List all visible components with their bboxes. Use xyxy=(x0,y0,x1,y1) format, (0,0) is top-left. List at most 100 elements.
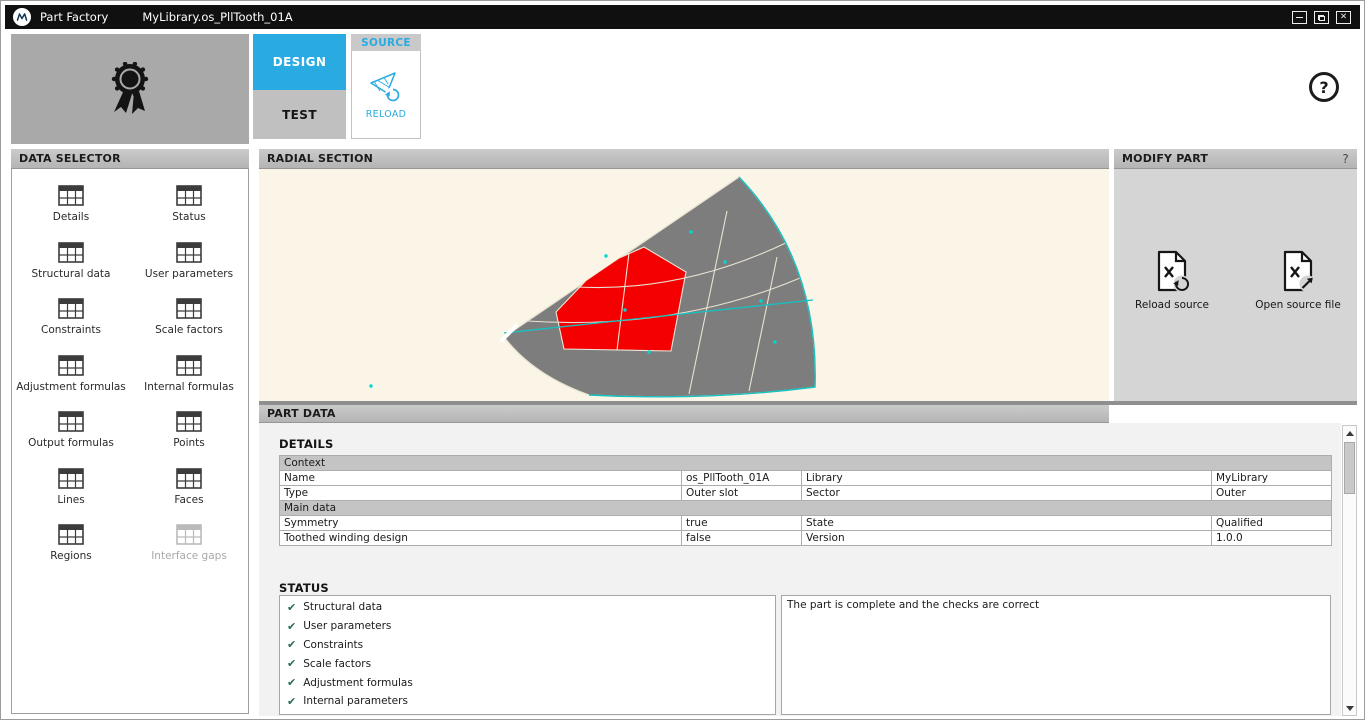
check-label: Structural data xyxy=(303,601,382,613)
table-icon xyxy=(58,468,84,489)
item-label: Constraints xyxy=(41,324,101,336)
section-label: Main data xyxy=(280,501,1332,516)
data-selector-item-details[interactable]: Details xyxy=(12,179,130,236)
property-value-cell: Outer xyxy=(1212,486,1332,501)
scroll-up-arrow[interactable] xyxy=(1343,426,1356,440)
reload-source-button[interactable]: Reload source xyxy=(1122,249,1222,311)
property-name-cell: Sector xyxy=(802,486,1212,501)
details-title: DETAILS xyxy=(279,437,334,451)
item-label: Adjustment formulas xyxy=(16,381,126,393)
property-value-cell: os_PllTooth_01A xyxy=(682,471,802,486)
open-source-file-button[interactable]: Open source file xyxy=(1248,249,1348,311)
restore-icon-overlap xyxy=(1319,16,1325,21)
check-icon: ✔ xyxy=(287,601,296,614)
restore-button[interactable] xyxy=(1314,11,1329,24)
app-logo-icon xyxy=(13,8,31,26)
item-label: Points xyxy=(173,437,205,449)
table-icon xyxy=(176,468,202,489)
titlebar: Part Factory MyLibrary.os_PllTooth_01A ✕ xyxy=(5,5,1360,29)
data-selector-item-output-formulas[interactable]: Output formulas xyxy=(12,405,130,462)
item-label: Lines xyxy=(57,494,84,506)
check-label: Internal parameters xyxy=(303,695,408,707)
slot-section-drawing xyxy=(259,169,1109,401)
selected-region-red[interactable] xyxy=(556,247,686,351)
table-section-row: Main data xyxy=(280,501,1332,516)
radial-section-canvas[interactable] xyxy=(259,169,1109,401)
minimize-button[interactable] xyxy=(1292,11,1307,24)
data-selector-item-faces[interactable]: Faces xyxy=(130,462,248,519)
close-icon: ✕ xyxy=(1340,13,1347,22)
item-label: Scale factors xyxy=(155,324,223,336)
check-icon: ✔ xyxy=(287,695,296,708)
status-check-row: ✔ Internal parameters xyxy=(280,692,775,711)
property-name-cell: Name xyxy=(280,471,682,486)
data-selector-item-points[interactable]: Points xyxy=(130,405,248,462)
check-icon: ✔ xyxy=(287,657,296,670)
close-button[interactable]: ✕ xyxy=(1336,11,1351,24)
item-label: Internal formulas xyxy=(144,381,234,393)
check-label: User parameters xyxy=(303,620,391,632)
check-label: Constraints xyxy=(303,639,363,651)
data-selector-item-regions[interactable]: Regions xyxy=(12,518,130,575)
table-row: Toothed winding design false Version 1.0… xyxy=(280,531,1332,546)
scrollbar-thumb[interactable] xyxy=(1344,442,1355,494)
data-selector-item-lines[interactable]: Lines xyxy=(12,462,130,519)
tab-design[interactable]: DESIGN xyxy=(253,34,346,90)
status-check-row: ✔ Constraints xyxy=(280,636,775,655)
table-icon xyxy=(176,355,202,376)
check-label: Scale factors xyxy=(303,658,371,670)
check-icon: ✔ xyxy=(287,676,296,689)
triangle-up-icon xyxy=(1346,431,1354,436)
medal-icon xyxy=(107,62,153,116)
table-icon xyxy=(176,185,202,206)
modify-part-panel: Reload source Open source file xyxy=(1114,169,1357,401)
scroll-down-arrow[interactable] xyxy=(1343,701,1356,715)
property-name-cell: State xyxy=(802,516,1212,531)
open-source-file-label: Open source file xyxy=(1255,299,1341,311)
table-icon xyxy=(176,242,202,263)
certification-medal-button[interactable] xyxy=(11,34,249,144)
table-section-row: Context xyxy=(280,456,1332,471)
item-label: User parameters xyxy=(145,268,233,280)
reload-button[interactable]: RELOAD xyxy=(351,51,421,139)
reload-label: RELOAD xyxy=(366,109,406,120)
app-name: Part Factory xyxy=(40,10,108,24)
reload-source-icon xyxy=(1152,249,1192,293)
item-label: Status xyxy=(172,211,205,223)
item-label: Details xyxy=(53,211,89,223)
table-icon xyxy=(176,524,202,545)
data-selector-header: DATA SELECTOR xyxy=(11,149,249,169)
open-source-file-icon xyxy=(1278,249,1318,293)
item-label: Structural data xyxy=(32,268,111,280)
item-label: Output formulas xyxy=(28,437,114,449)
status-message: The part is complete and the checks are … xyxy=(787,599,1039,611)
vertical-scrollbar[interactable] xyxy=(1342,425,1357,716)
data-selector-item-user-parameters[interactable]: User parameters xyxy=(130,236,248,293)
table-row: Name os_PllTooth_01A Library MyLibrary xyxy=(280,471,1332,486)
data-selector-item-internal-formulas[interactable]: Internal formulas xyxy=(130,349,248,406)
part-factory-window: Part Factory MyLibrary.os_PllTooth_01A ✕… xyxy=(0,0,1365,720)
property-name-cell: Library xyxy=(802,471,1212,486)
property-value-cell: false xyxy=(682,531,802,546)
data-selector-item-interface-gaps: Interface gaps xyxy=(130,518,248,575)
help-button[interactable]: ? xyxy=(1309,72,1339,102)
modify-part-help[interactable]: ? xyxy=(1342,152,1349,166)
data-selector-item-status[interactable]: Status xyxy=(130,179,248,236)
data-selector-item-adjustment-formulas[interactable]: Adjustment formulas xyxy=(12,349,130,406)
property-value-cell: 1.0.0 xyxy=(1212,531,1332,546)
check-icon: ✔ xyxy=(287,620,296,633)
data-selector-item-structural-data[interactable]: Structural data xyxy=(12,236,130,293)
reload-icon xyxy=(368,70,404,104)
data-selector-item-scale-factors[interactable]: Scale factors xyxy=(130,292,248,349)
data-selector-item-constraints[interactable]: Constraints xyxy=(12,292,130,349)
property-name-cell: Type xyxy=(280,486,682,501)
details-table: Context Name os_PllTooth_01A Library MyL… xyxy=(279,455,1332,546)
table-icon xyxy=(176,411,202,432)
triangle-down-icon xyxy=(1346,706,1354,711)
minimize-icon xyxy=(1296,17,1303,18)
status-checklist: ✔ Structural data ✔ User parameters ✔ Co… xyxy=(279,595,776,715)
document-name: MyLibrary.os_PllTooth_01A xyxy=(142,10,292,24)
table-row: Type Outer slot Sector Outer xyxy=(280,486,1332,501)
tab-test[interactable]: TEST xyxy=(253,90,346,139)
property-name-cell: Version xyxy=(802,531,1212,546)
